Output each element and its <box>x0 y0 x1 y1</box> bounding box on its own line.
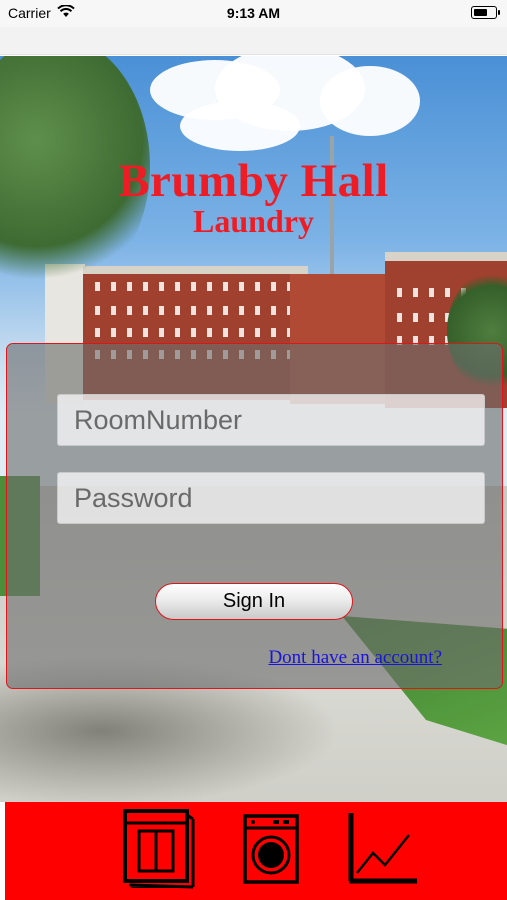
status-right <box>471 6 500 19</box>
washing-machine-icon <box>243 813 299 889</box>
login-panel: Sign In Dont have an account? <box>6 343 503 689</box>
tab-usage[interactable] <box>341 810 421 892</box>
room-number-input[interactable] <box>57 394 485 446</box>
status-time: 9:13 AM <box>226 5 281 21</box>
status-bar: Carrier 9:13 AM <box>0 0 507 27</box>
app-subtitle: Laundry <box>193 203 314 239</box>
app-title: Brumby Hall <box>118 155 389 207</box>
battery-icon <box>471 6 500 19</box>
tab-dryers[interactable] <box>119 808 199 894</box>
create-account-link[interactable]: Dont have an account? <box>268 647 442 669</box>
dryer-icon <box>123 808 195 894</box>
navigation-bar <box>0 27 507 55</box>
usage-chart-icon <box>343 811 419 892</box>
tab-washers[interactable] <box>239 810 303 892</box>
sign-in-button[interactable]: Sign In <box>155 583 353 620</box>
bottom-tab-bar <box>5 802 507 900</box>
password-input[interactable] <box>57 472 485 524</box>
